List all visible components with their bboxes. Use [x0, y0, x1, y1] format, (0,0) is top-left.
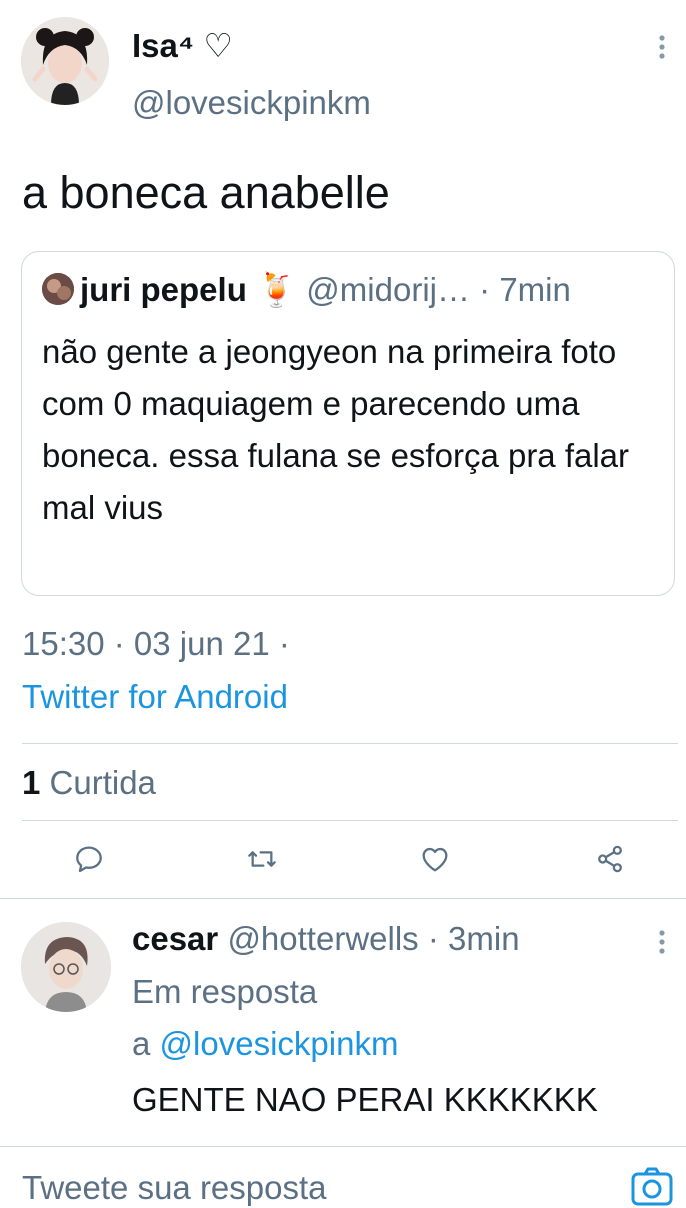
- tweet-timestamp: 15:30 · 03 jun 21 ·: [22, 625, 290, 662]
- reply-text: GENTE NAO PERAI KKKKKKK: [132, 1081, 598, 1118]
- separator-dot: ·: [479, 271, 491, 308]
- reply-display-name[interactable]: cesar: [132, 920, 218, 957]
- more-options-icon[interactable]: [652, 928, 672, 958]
- likes-stat[interactable]: 1 Curtida: [22, 763, 156, 803]
- display-name-text: Isa⁴: [132, 27, 195, 64]
- avatar-image: [21, 17, 109, 105]
- avatar[interactable]: [21, 17, 109, 105]
- reply-handle[interactable]: @hotterwells: [227, 920, 418, 957]
- in-reply-to-label: Em resposta: [132, 973, 318, 1010]
- in-reply-to-line: a @lovesickpinkm: [132, 1024, 398, 1064]
- more-options-icon[interactable]: [652, 33, 672, 63]
- divider: [22, 820, 678, 821]
- divider: [0, 898, 686, 899]
- reply-icon[interactable]: [73, 843, 105, 875]
- reply-avatar[interactable]: [21, 922, 111, 1012]
- share-icon[interactable]: [594, 843, 626, 875]
- reply-header: cesar @hotterwells · 3min: [132, 919, 520, 959]
- retweet-icon[interactable]: [246, 843, 278, 875]
- reply-time: 3min: [448, 920, 520, 957]
- reply-avatar-image: [21, 922, 111, 1012]
- separator-dot: ·: [427, 920, 439, 957]
- divider: [0, 1146, 686, 1147]
- likes-count: 1: [22, 764, 41, 801]
- quoted-avatar: [42, 273, 74, 305]
- quoted-display-name: juri pepelu: [80, 271, 247, 308]
- quoted-tweet-card[interactable]: juri pepelu 🍹 @midorij… · 7min não gente…: [21, 251, 675, 596]
- in-reply-to-handle[interactable]: @lovesickpinkm: [160, 1025, 399, 1062]
- quoted-time: 7min: [499, 271, 571, 308]
- divider: [22, 743, 678, 744]
- user-handle[interactable]: @lovesickpinkm: [132, 83, 371, 123]
- like-icon[interactable]: [419, 843, 451, 875]
- likes-label: Curtida: [49, 764, 156, 801]
- quoted-handle: @midorij…: [306, 271, 470, 308]
- quoted-tweet-text: não gente a jeongyeon na primeira foto c…: [42, 333, 630, 526]
- display-name[interactable]: Isa⁴ ♡: [132, 26, 233, 66]
- camera-icon[interactable]: [630, 1166, 674, 1206]
- quoted-avatar-image: [42, 273, 74, 305]
- tweet-text: a boneca anabelle: [22, 167, 390, 218]
- cocktail-emoji-icon: 🍹: [256, 271, 298, 308]
- tweet-source-link[interactable]: Twitter for Android: [22, 677, 288, 717]
- reply-composer-input[interactable]: Tweete sua resposta: [22, 1168, 327, 1208]
- quoted-tweet-header: juri pepelu 🍹 @midorij… · 7min: [42, 270, 571, 310]
- heart-emoji-icon: ♡: [203, 27, 233, 64]
- in-reply-to-a: a: [132, 1025, 151, 1062]
